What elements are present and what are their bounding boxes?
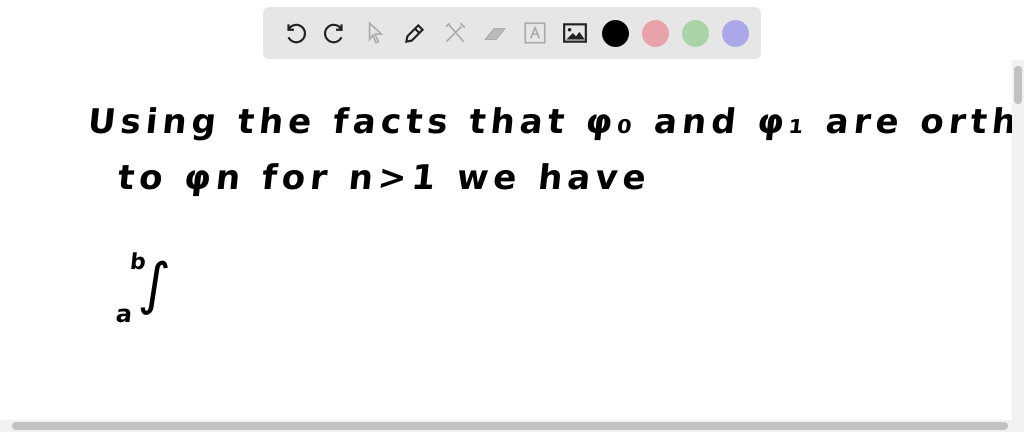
image-button[interactable]: [555, 13, 595, 53]
select-icon: [368, 21, 384, 44]
redo-icon: [324, 23, 343, 44]
vertical-scroll-thumb[interactable]: [1014, 66, 1022, 104]
image-icon: [563, 23, 587, 43]
tools-button[interactable]: [435, 13, 475, 53]
select-button[interactable]: [355, 13, 395, 53]
redo-button[interactable]: [315, 13, 355, 53]
toolbar: [263, 7, 761, 59]
text-icon: [524, 22, 546, 44]
eraser-icon: [484, 28, 506, 41]
text-button[interactable]: [515, 13, 555, 53]
handwriting-line-1: Using the facts that φ₀ and φ₁ are ortho…: [85, 102, 1024, 142]
color-black[interactable]: [595, 13, 635, 53]
integral-lower-limit: a: [114, 300, 139, 328]
undo-button[interactable]: [275, 13, 315, 53]
handwriting-line-2: to φn for n>1 we have: [115, 158, 653, 198]
tools-icon: [445, 22, 466, 43]
pen-button[interactable]: [395, 13, 435, 53]
color-pink[interactable]: [635, 13, 675, 53]
horizontal-scroll-thumb[interactable]: [12, 422, 1008, 430]
color-green[interactable]: [675, 13, 715, 53]
color-purple[interactable]: [715, 13, 755, 53]
integral-sign: ∫: [136, 252, 178, 317]
eraser-button[interactable]: [475, 13, 515, 53]
vertical-scrollbar[interactable]: [1012, 60, 1024, 420]
pen-icon: [404, 23, 425, 44]
undo-icon: [287, 23, 306, 44]
